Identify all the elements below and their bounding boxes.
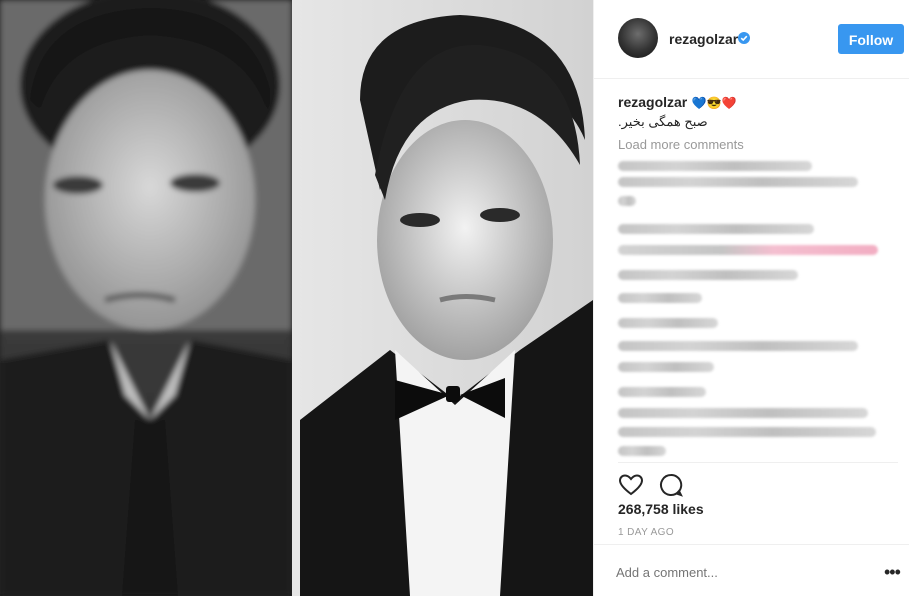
post-side-panel: rezagolzar Follow rezagolzar 💙😎❤️ صبح هم… [593, 0, 909, 596]
post-photo[interactable] [0, 0, 593, 596]
comment-icon[interactable] [658, 472, 684, 498]
caption-text: صبح همگی بخیر. [618, 114, 708, 129]
left-portrait [0, 0, 292, 596]
comments-list-blurred [614, 155, 898, 456]
right-portrait [292, 0, 593, 596]
verified-badge-icon [738, 32, 750, 44]
caption-username[interactable]: rezagolzar [618, 94, 687, 110]
username-link[interactable]: rezagolzar [669, 31, 738, 47]
action-bar [618, 462, 898, 503]
avatar[interactable] [618, 18, 658, 58]
comment-input[interactable] [616, 565, 856, 580]
caption-emojis: 💙😎❤️ [691, 96, 737, 110]
post-viewer: rezagolzar Follow rezagolzar 💙😎❤️ صبح هم… [0, 0, 909, 596]
post-header: rezagolzar Follow [594, 0, 909, 79]
caption: rezagolzar 💙😎❤️ صبح همگی بخیر. [618, 94, 898, 130]
load-more-comments-link[interactable]: Load more comments [618, 137, 744, 152]
like-count[interactable]: 268,758 likes [618, 501, 704, 517]
photo-illustration [0, 0, 593, 596]
comment-bar: ••• [594, 544, 909, 597]
post-timestamp[interactable]: 1 DAY AGO [618, 527, 674, 538]
follow-button[interactable]: Follow [838, 24, 904, 54]
more-options-icon[interactable]: ••• [884, 563, 901, 581]
heart-icon[interactable] [618, 473, 644, 497]
